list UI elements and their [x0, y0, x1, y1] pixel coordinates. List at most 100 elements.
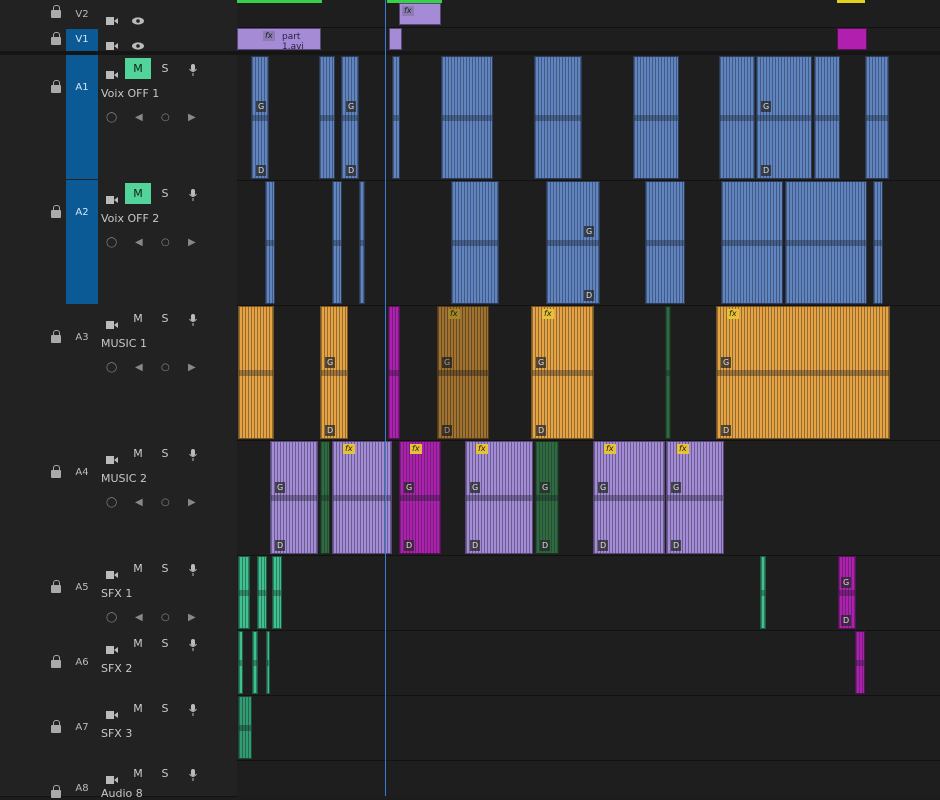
audio-clip[interactable]: fx: [332, 441, 392, 554]
video-clip[interactable]: fx: [399, 3, 441, 25]
microphone-icon[interactable]: [189, 186, 197, 201]
timeline-panel[interactable]: fx fx part 1.avi G D G D G D G D G D fx …: [237, 0, 940, 796]
audio-clip[interactable]: G D: [320, 306, 348, 439]
solo-button[interactable]: S: [158, 187, 172, 200]
microphone-icon[interactable]: [189, 766, 197, 781]
prev-keyframe-icon[interactable]: ◀: [135, 497, 143, 508]
audio-clip[interactable]: [252, 631, 258, 694]
audio-clip[interactable]: [814, 56, 840, 179]
add-keyframe-icon[interactable]: ○: [161, 497, 170, 508]
audio-clip[interactable]: fx G D: [465, 441, 533, 554]
add-keyframe-icon[interactable]: ○: [161, 362, 170, 373]
audio-clip[interactable]: [266, 631, 270, 694]
timeline-row-a5[interactable]: [237, 555, 940, 631]
audio-clip[interactable]: [392, 56, 400, 179]
audio-clip[interactable]: [441, 56, 493, 179]
sync-lock-icon[interactable]: [106, 10, 118, 25]
audio-clip[interactable]: [719, 56, 755, 179]
prev-keyframe-icon[interactable]: ◀: [135, 612, 143, 623]
audio-clip[interactable]: [645, 181, 685, 304]
keyframe-toggle-icon[interactable]: ◯: [106, 497, 117, 508]
timeline-row-a6[interactable]: [237, 630, 940, 696]
audio-clip[interactable]: [238, 696, 252, 759]
audio-clip[interactable]: [633, 56, 679, 179]
lock-icon[interactable]: [51, 330, 61, 343]
mute-button[interactable]: M: [125, 763, 151, 784]
timeline-row-v1[interactable]: [237, 27, 940, 52]
audio-clip[interactable]: G D: [546, 181, 600, 304]
solo-button[interactable]: S: [158, 62, 172, 75]
timeline-row-a7[interactable]: [237, 695, 940, 761]
next-keyframe-icon[interactable]: ▶: [188, 237, 196, 248]
audio-clip[interactable]: [865, 56, 889, 179]
timeline-row-v2[interactable]: [237, 0, 940, 28]
audio-clip[interactable]: [238, 556, 250, 629]
add-keyframe-icon[interactable]: ○: [161, 612, 170, 623]
next-keyframe-icon[interactable]: ▶: [188, 112, 196, 123]
solo-button[interactable]: S: [158, 637, 172, 650]
audio-clip[interactable]: [855, 631, 865, 694]
solo-button[interactable]: S: [158, 447, 172, 460]
audio-clip[interactable]: [332, 181, 342, 304]
audio-clip[interactable]: [760, 556, 766, 629]
audio-clip[interactable]: G D: [756, 56, 812, 179]
mute-button[interactable]: M: [125, 183, 151, 204]
add-keyframe-icon[interactable]: ○: [161, 112, 170, 123]
microphone-icon[interactable]: [189, 701, 197, 716]
mute-button[interactable]: M: [125, 558, 151, 579]
sync-lock-icon[interactable]: [106, 314, 118, 329]
solo-button[interactable]: S: [158, 702, 172, 715]
video-clip[interactable]: [389, 28, 402, 50]
lock-icon[interactable]: [51, 5, 61, 18]
audio-clip[interactable]: [451, 181, 499, 304]
lock-icon[interactable]: [51, 580, 61, 593]
sync-lock-icon[interactable]: [106, 769, 118, 784]
sync-lock-icon[interactable]: [106, 704, 118, 719]
track-name[interactable]: SFX 3: [101, 727, 132, 740]
sync-lock-icon[interactable]: [106, 189, 118, 204]
microphone-icon[interactable]: [189, 311, 197, 326]
lock-icon[interactable]: [51, 720, 61, 733]
track-tag-a7[interactable]: A7: [66, 722, 98, 733]
audio-clip[interactable]: [265, 181, 275, 304]
audio-clip[interactable]: [388, 306, 400, 439]
lock-icon[interactable]: [51, 32, 61, 45]
audio-clip[interactable]: [665, 306, 671, 439]
video-clip[interactable]: [837, 28, 867, 50]
audio-clip[interactable]: G D: [341, 56, 359, 179]
microphone-icon[interactable]: [189, 61, 197, 76]
sync-lock-icon[interactable]: [106, 64, 118, 79]
audio-clip[interactable]: [359, 181, 365, 304]
track-name[interactable]: SFX 1: [101, 587, 132, 600]
sync-lock-icon[interactable]: [106, 35, 118, 50]
sync-lock-icon[interactable]: [106, 449, 118, 464]
audio-clip[interactable]: G D: [251, 56, 269, 179]
audio-clip[interactable]: fx G D: [593, 441, 665, 554]
track-tag-a8[interactable]: A8: [66, 783, 98, 794]
lock-icon[interactable]: [51, 205, 61, 218]
audio-clip[interactable]: G D: [535, 441, 559, 554]
keyframe-toggle-icon[interactable]: ◯: [106, 612, 117, 623]
track-tag-a5[interactable]: A5: [66, 582, 98, 593]
track-tag-a2[interactable]: A2: [66, 180, 98, 304]
keyframe-toggle-icon[interactable]: ◯: [106, 112, 117, 123]
audio-clip[interactable]: [272, 556, 282, 629]
track-name[interactable]: Voix OFF 1: [101, 87, 159, 100]
playhead[interactable]: [385, 0, 386, 796]
mute-button[interactable]: M: [125, 58, 151, 79]
prev-keyframe-icon[interactable]: ◀: [135, 112, 143, 123]
eye-icon[interactable]: [132, 10, 144, 25]
audio-clip[interactable]: [785, 181, 867, 304]
eye-icon[interactable]: [132, 35, 144, 50]
video-clip[interactable]: fx part 1.avi: [237, 28, 321, 50]
audio-clip[interactable]: [319, 56, 335, 179]
prev-keyframe-icon[interactable]: ◀: [135, 237, 143, 248]
audio-clip[interactable]: [721, 181, 783, 304]
keyframe-toggle-icon[interactable]: ◯: [106, 237, 117, 248]
next-keyframe-icon[interactable]: ▶: [188, 362, 196, 373]
lock-icon[interactable]: [51, 465, 61, 478]
track-name[interactable]: Voix OFF 2: [101, 212, 159, 225]
sync-lock-icon[interactable]: [106, 639, 118, 654]
audio-clip[interactable]: G D: [270, 441, 318, 554]
mute-button[interactable]: M: [125, 698, 151, 719]
